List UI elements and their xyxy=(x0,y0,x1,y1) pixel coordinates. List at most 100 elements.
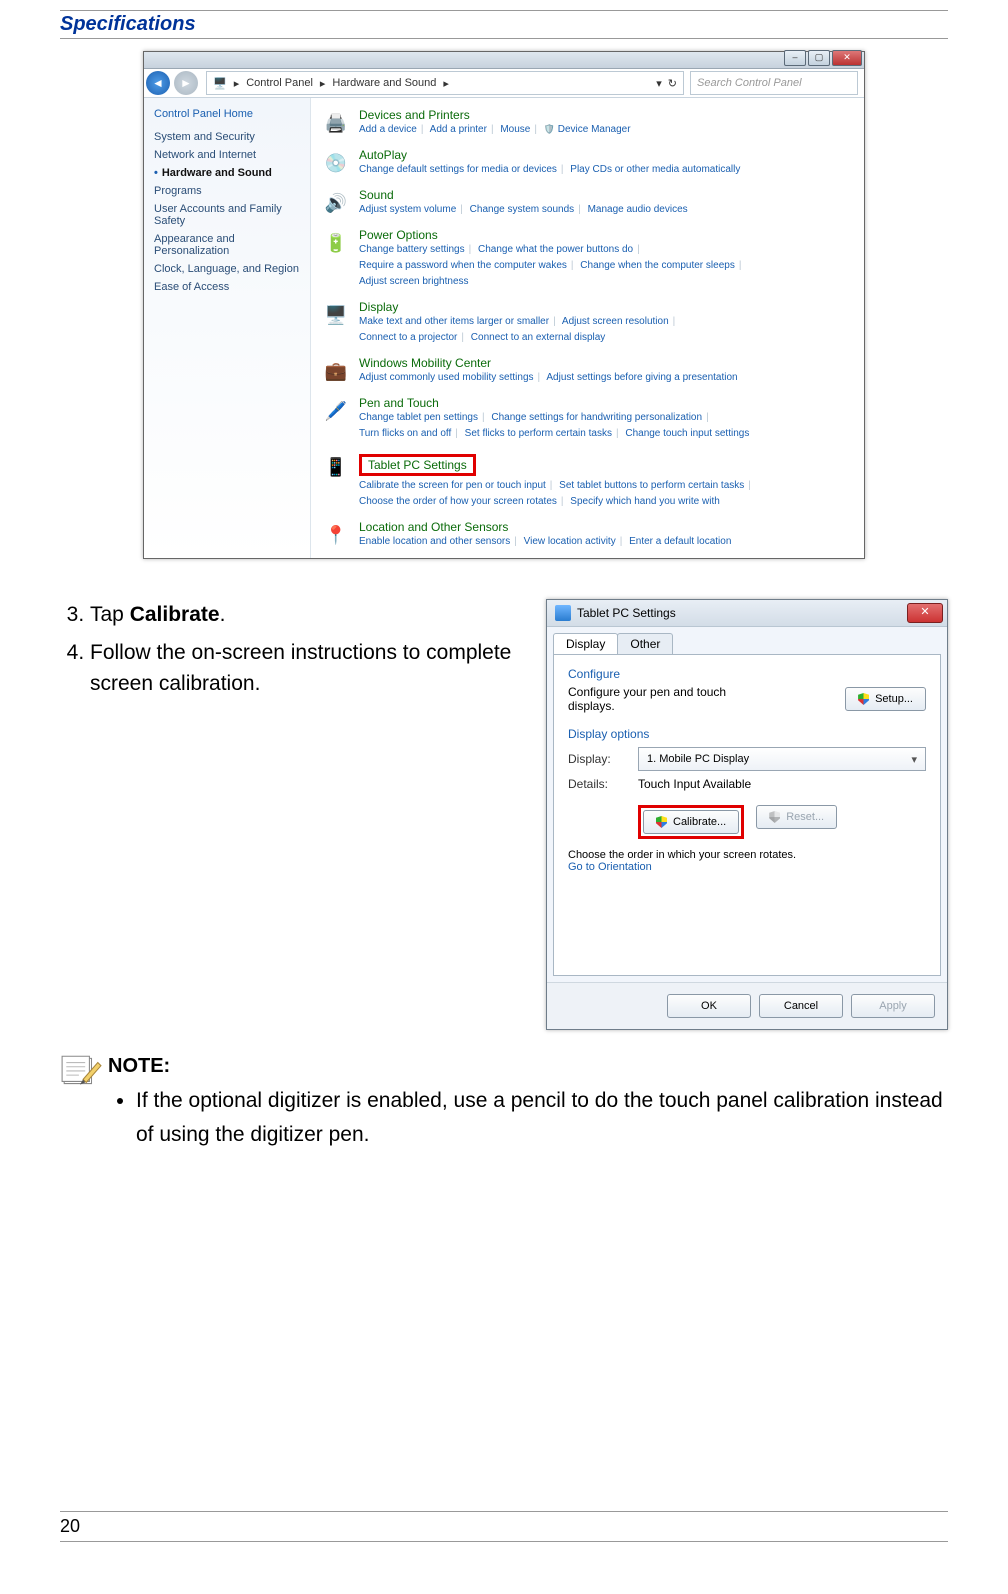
dialog-title: Tablet PC Settings xyxy=(577,606,676,620)
tab-other[interactable]: Other xyxy=(617,633,673,654)
orientation-link[interactable]: Go to Orientation xyxy=(568,861,652,873)
breadcrumb-seg[interactable]: Control Panel xyxy=(246,77,313,89)
address-bar: ◄ ► 🖥️ ▸ Control Panel ▸ Hardware and So… xyxy=(144,69,864,98)
tab-display[interactable]: Display xyxy=(553,633,618,654)
display-select[interactable]: 1. Mobile PC Display ▾ xyxy=(638,747,926,771)
location-icon: 📍 xyxy=(321,520,351,550)
group-title[interactable]: Devices and Printers xyxy=(359,108,854,122)
shield-icon xyxy=(656,816,667,828)
breadcrumb-icon: 🖥️ xyxy=(213,77,227,90)
sidebar-item-active[interactable]: Hardware and Sound xyxy=(154,164,304,182)
battery-icon: 🔋 xyxy=(321,228,351,258)
back-button[interactable]: ◄ xyxy=(146,71,170,95)
link[interactable]: Turn flicks on and off xyxy=(359,428,451,439)
link[interactable]: Specify which hand you write with xyxy=(570,496,720,507)
group-title[interactable]: Windows Mobility Center xyxy=(359,356,854,370)
search-input[interactable]: Search Control Panel xyxy=(690,71,858,95)
link[interactable]: Add a printer xyxy=(430,124,487,135)
dropdown-icon: ▾ xyxy=(911,753,917,766)
window-titlebar: – ▢ ✕ xyxy=(144,52,864,69)
tablet-pc-settings-dialog: Tablet PC Settings ✕ Display Other Confi… xyxy=(546,599,948,1030)
ok-button[interactable]: OK xyxy=(667,994,751,1018)
note-bullet: If the optional digitizer is enabled, us… xyxy=(136,1084,948,1151)
link[interactable]: Choose the order of how your screen rota… xyxy=(359,496,557,507)
step-3: Tap Calibrate. xyxy=(90,599,526,631)
link[interactable]: Change tablet pen settings xyxy=(359,412,478,423)
sidebar: Control Panel Home System and Security N… xyxy=(144,98,311,558)
link[interactable]: Adjust screen brightness xyxy=(359,276,469,287)
sidebar-item[interactable]: Appearance and Personalization xyxy=(154,230,304,260)
group-title[interactable]: Location and Other Sensors xyxy=(359,520,854,534)
minimize-button[interactable]: – xyxy=(784,50,806,66)
link[interactable]: Adjust screen resolution xyxy=(562,316,669,327)
link[interactable]: Connect to an external display xyxy=(471,332,606,343)
link[interactable]: Adjust settings before giving a presenta… xyxy=(546,372,737,383)
link[interactable]: Device Manager xyxy=(558,124,631,135)
link[interactable]: Adjust system volume xyxy=(359,204,456,215)
link[interactable]: Change system sounds xyxy=(470,204,575,215)
link[interactable]: Require a password when the computer wak… xyxy=(359,260,567,271)
sidebar-item[interactable]: User Accounts and Family Safety xyxy=(154,200,304,230)
sidebar-item[interactable]: Network and Internet xyxy=(154,146,304,164)
sidebar-item[interactable]: Ease of Access xyxy=(154,278,304,296)
group-title[interactable]: AutoPlay xyxy=(359,148,854,162)
link[interactable]: Change touch input settings xyxy=(625,428,749,439)
link[interactable]: Connect to a projector xyxy=(359,332,457,343)
chevron-right-icon: ▸ xyxy=(231,77,243,90)
link[interactable]: Change default settings for media or dev… xyxy=(359,164,557,175)
link[interactable]: Play CDs or other media automatically xyxy=(570,164,740,175)
maximize-button[interactable]: ▢ xyxy=(808,50,830,66)
link[interactable]: Enter a default location xyxy=(629,536,731,547)
calibrate-button[interactable]: Calibrate... xyxy=(643,810,739,834)
link[interactable]: Make text and other items larger or smal… xyxy=(359,316,549,327)
close-button[interactable]: ✕ xyxy=(832,50,862,66)
link[interactable]: Change when the computer sleeps xyxy=(580,260,735,271)
link[interactable]: Set flicks to perform certain tasks xyxy=(465,428,612,439)
link[interactable]: Set tablet buttons to perform certain ta… xyxy=(559,480,744,491)
link[interactable]: Add a device xyxy=(359,124,417,135)
forward-button[interactable]: ► xyxy=(174,71,198,95)
group-title[interactable]: Power Options xyxy=(359,228,854,242)
group-title[interactable]: Display xyxy=(359,300,854,314)
breadcrumb[interactable]: 🖥️ ▸ Control Panel ▸ Hardware and Sound … xyxy=(206,71,684,95)
link[interactable]: Calibrate the screen for pen or touch in… xyxy=(359,480,546,491)
shield-icon: 🛡️ xyxy=(544,124,555,134)
link[interactable]: View location activity xyxy=(524,536,616,547)
dropdown-icon[interactable]: ▾ xyxy=(656,77,662,90)
sidebar-item[interactable]: Clock, Language, and Region xyxy=(154,260,304,278)
note-label: NOTE: xyxy=(108,1055,170,1077)
chevron-right-icon: ▸ xyxy=(317,77,329,90)
configure-text: Configure your pen and touch displays. xyxy=(568,685,768,713)
close-button[interactable]: ✕ xyxy=(907,603,943,623)
note-icon xyxy=(60,1054,102,1090)
link[interactable]: Adjust commonly used mobility settings xyxy=(359,372,534,383)
reset-button[interactable]: Reset... xyxy=(756,805,837,829)
link[interactable]: Enable location and other sensors xyxy=(359,536,510,547)
setup-button[interactable]: Setup... xyxy=(845,687,926,711)
disc-icon: 💿 xyxy=(321,148,351,178)
breadcrumb-seg[interactable]: Hardware and Sound xyxy=(332,77,436,89)
refresh-icon[interactable]: ↻ xyxy=(668,77,677,90)
sidebar-item[interactable]: Programs xyxy=(154,182,304,200)
shield-icon xyxy=(858,693,869,705)
tablet-icon: 📱 xyxy=(321,452,351,482)
link[interactable]: Change settings for handwriting personal… xyxy=(491,412,702,423)
highlighted-link[interactable]: Tablet PC Settings xyxy=(359,454,476,476)
link[interactable]: Change what the power buttons do xyxy=(478,244,633,255)
display-label: Display: xyxy=(568,752,628,766)
link[interactable]: Change battery settings xyxy=(359,244,465,255)
speaker-icon: 🔊 xyxy=(321,188,351,218)
sidebar-item[interactable]: System and Security xyxy=(154,128,304,146)
orientation-text: Choose the order in which your screen ro… xyxy=(568,849,926,861)
group-title[interactable]: Sound xyxy=(359,188,854,202)
link[interactable]: Manage audio devices xyxy=(588,204,688,215)
page-title: Specifications xyxy=(60,11,948,38)
details-label: Details: xyxy=(568,777,628,791)
link[interactable]: Mouse xyxy=(500,124,530,135)
group-title[interactable]: Pen and Touch xyxy=(359,396,854,410)
printer-icon: 🖨️ xyxy=(321,108,351,138)
cancel-button[interactable]: Cancel xyxy=(759,994,843,1018)
sidebar-home[interactable]: Control Panel Home xyxy=(154,108,304,120)
step-4: Follow the on-screen instructions to com… xyxy=(90,637,526,700)
apply-button[interactable]: Apply xyxy=(851,994,935,1018)
